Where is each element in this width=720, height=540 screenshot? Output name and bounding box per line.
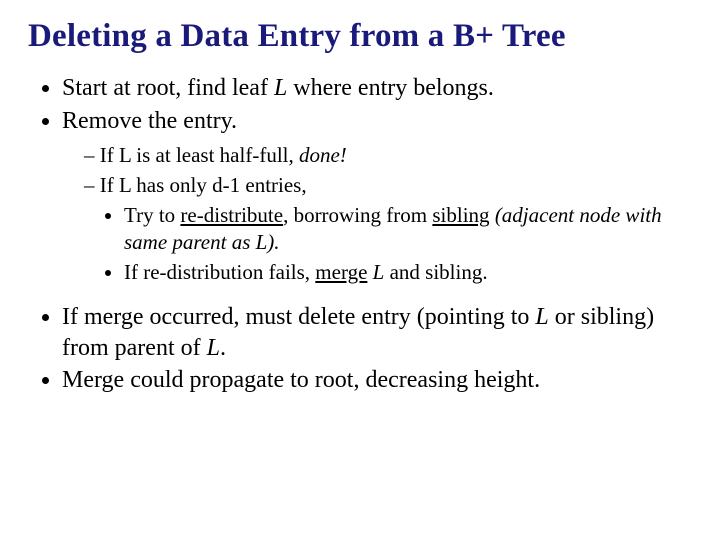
done-text: done!: [299, 143, 347, 167]
bullet-2: Remove the entry. If L is at least half-…: [62, 106, 696, 286]
text: Remove the entry.: [62, 108, 237, 134]
slide-title: Deleting a Data Entry from a B+ Tree: [28, 18, 696, 55]
text: .: [220, 335, 226, 361]
text: Start at root, find leaf: [62, 75, 274, 101]
leaf-L: L: [274, 75, 287, 101]
leaf-L: L: [535, 304, 548, 330]
bullet-4: Merge could propagate to root, decreasin…: [62, 365, 696, 396]
merge-text: merge: [315, 260, 367, 284]
subsub-2: If re-distribution fails, merge L and si…: [124, 259, 696, 286]
text: where entry belongs.: [287, 75, 494, 101]
redistribute-text: re-distribute: [180, 203, 283, 227]
text: If L has only: [100, 173, 212, 197]
text: If L is at least half-full,: [100, 143, 299, 167]
spacer: [28, 292, 696, 300]
bullet-list-level2: If L is at least half-full, done! If L h…: [84, 142, 696, 285]
d-minus-1: d-1: [212, 173, 240, 197]
sub-2: If L has only d-1 entries, Try to re-dis…: [84, 172, 696, 286]
subsub-1: Try to re-distribute, borrowing from sib…: [124, 202, 696, 257]
text: If re-distribution fails,: [124, 260, 315, 284]
bullet-list-level1: Start at root, find leaf L where entry b…: [62, 73, 696, 286]
text: If merge occurred, must delete entry (po…: [62, 304, 535, 330]
slide: Deleting a Data Entry from a B+ Tree Sta…: [0, 0, 720, 540]
text: Try to: [124, 203, 180, 227]
bullet-1: Start at root, find leaf L where entry b…: [62, 73, 696, 104]
bullet-list-level1-continued: If merge occurred, must delete entry (po…: [62, 302, 696, 396]
leaf-L: L: [207, 335, 220, 361]
text: and sibling.: [384, 260, 487, 284]
text: Merge could propagate to root, decreasin…: [62, 367, 540, 393]
bullet-3: If merge occurred, must delete entry (po…: [62, 302, 696, 363]
sibling-text: sibling: [432, 203, 489, 227]
sub-1: If L is at least half-full, done!: [84, 142, 696, 169]
text: , borrowing from: [283, 203, 432, 227]
bullet-list-level3: Try to re-distribute, borrowing from sib…: [124, 202, 696, 286]
text: entries,: [240, 173, 306, 197]
leaf-L: L: [373, 260, 385, 284]
